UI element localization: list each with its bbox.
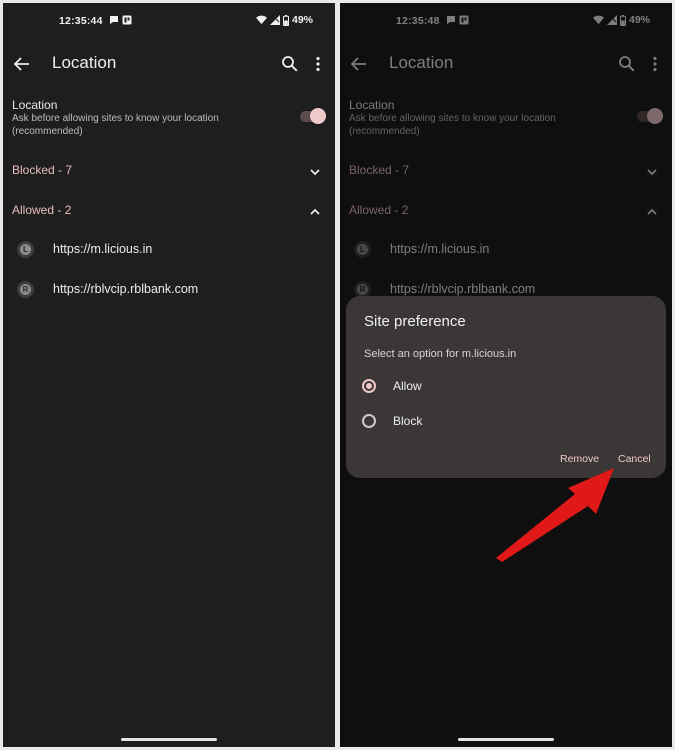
radio-selected-icon[interactable] xyxy=(362,379,376,393)
toggle-thumb xyxy=(310,108,326,124)
search-icon[interactable] xyxy=(281,55,299,73)
option-allow[interactable]: Allow xyxy=(362,376,562,398)
gesture-nav-bar[interactable] xyxy=(458,738,554,741)
chat-notification-icon xyxy=(110,16,118,24)
chevron-up-icon xyxy=(310,208,320,215)
back-arrow-icon[interactable] xyxy=(12,54,32,74)
site-url: https://m.licious.in xyxy=(53,242,153,256)
setting-description: Ask before allowing sites to know your l… xyxy=(12,113,219,137)
dialog-subtitle: Select an option for m.licious.in xyxy=(364,348,517,360)
more-vert-icon[interactable] xyxy=(309,55,327,73)
app-notification-icon xyxy=(122,15,132,25)
page-title: Location xyxy=(52,53,117,72)
phone-screen-right: 12:35:48 49% Location Location Ask befor… xyxy=(340,3,672,747)
option-label: Block xyxy=(393,414,423,428)
battery-icon xyxy=(282,14,289,26)
option-label: Allow xyxy=(393,379,422,393)
location-setting-row[interactable]: Location Ask before allowing sites to kn… xyxy=(12,98,326,142)
wifi-icon xyxy=(255,15,267,25)
phone-screen-left: 12:35:44 49% Location Location Ask befor… xyxy=(3,3,335,747)
blocked-section-header[interactable]: Blocked - 7 xyxy=(12,163,326,183)
site-item-licious[interactable]: L https://m.licious.in xyxy=(15,239,323,263)
signal-icon xyxy=(269,15,280,25)
status-bar: 12:35:44 49% xyxy=(3,3,335,39)
allowed-label: Allowed - 2 xyxy=(12,203,72,217)
app-bar: Location xyxy=(3,43,335,87)
chevron-down-icon xyxy=(310,169,320,176)
site-preference-dialog: Site preference Select an option for m.l… xyxy=(346,296,666,478)
setting-title: Location xyxy=(12,98,58,112)
option-block[interactable]: Block xyxy=(362,411,562,433)
site-favicon: L xyxy=(17,241,34,258)
radio-unselected-icon[interactable] xyxy=(362,414,376,428)
battery-percent: 49% xyxy=(291,14,313,26)
status-time: 12:35:44 xyxy=(59,15,103,27)
site-item-rblbank[interactable]: R https://rblvcip.rblbank.com xyxy=(15,279,323,303)
status-right: 49% xyxy=(255,14,313,26)
allowed-section-header[interactable]: Allowed - 2 xyxy=(12,203,326,223)
site-favicon: R xyxy=(17,281,34,298)
location-toggle[interactable] xyxy=(298,108,326,124)
site-url: https://rblvcip.rblbank.com xyxy=(53,282,199,296)
blocked-label: Blocked - 7 xyxy=(12,163,73,177)
annotation-arrow-icon xyxy=(496,468,614,562)
gesture-nav-bar[interactable] xyxy=(121,738,217,741)
dialog-title: Site preference xyxy=(364,313,466,330)
